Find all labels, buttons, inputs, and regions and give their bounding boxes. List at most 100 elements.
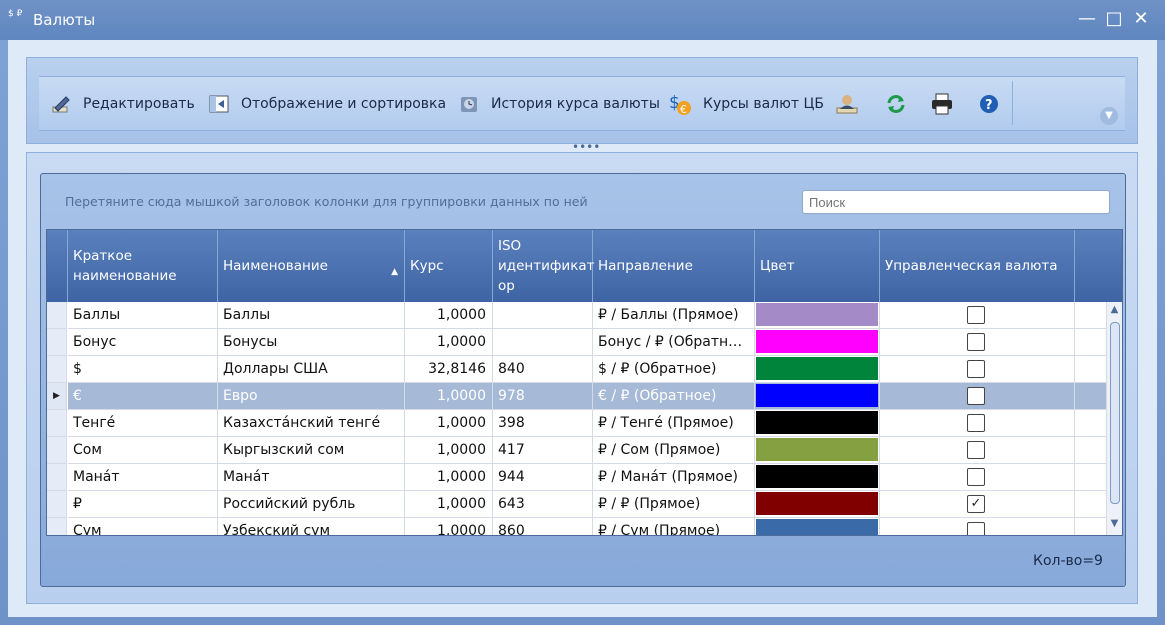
cell-managerial[interactable]: ✓ [880,491,1075,518]
cell-filler[interactable] [1075,383,1107,410]
rate-history-button[interactable]: История курса валюты [457,91,660,117]
cell-name[interactable]: Бонусы [218,329,405,356]
cell-color[interactable] [755,329,880,356]
cell-short-name[interactable]: $ [68,356,218,383]
cell-rate[interactable]: 1,0000 [405,410,493,437]
minimize-button[interactable]: — [1076,8,1098,30]
edit-button[interactable]: Редактировать [49,91,195,117]
cell-rate[interactable]: 1,0000 [405,491,493,518]
row-indicator[interactable] [47,302,67,329]
cell-short-name[interactable]: ₽ [68,491,218,518]
cell-rate[interactable]: 32,8146 [405,356,493,383]
cell-managerial[interactable] [880,383,1075,410]
cell-short-name[interactable]: Сум [68,518,218,535]
scroll-thumb[interactable] [1110,322,1120,504]
cell-managerial[interactable] [880,356,1075,383]
row-indicator[interactable] [47,464,67,491]
cell-color[interactable] [755,302,880,329]
cell-color[interactable] [755,356,880,383]
row-indicator[interactable] [47,356,67,383]
print-button[interactable] [930,91,964,117]
toolbar-overflow-chevron-down-icon[interactable]: ▼ [1100,107,1118,125]
refresh-button[interactable] [884,91,918,117]
cell-filler[interactable] [1075,464,1107,491]
managerial-checkbox[interactable] [967,387,985,405]
cell-color[interactable] [755,464,880,491]
cell-filler[interactable] [1075,518,1107,535]
panel-splitter-handle[interactable]: •••• [572,141,600,153]
cell-rate[interactable]: 1,0000 [405,464,493,491]
cell-short-name[interactable]: Баллы [68,302,218,329]
cell-short-name[interactable]: Бонус [68,329,218,356]
cell-direction[interactable]: ₽ / Манáт (Прямое) [593,464,755,491]
table-row[interactable]: $ Доллары США 32,8146 840 $ / ₽ (Обратное) [47,356,1107,383]
cell-iso[interactable]: 643 [493,491,593,518]
cell-filler[interactable] [1075,329,1107,356]
cell-iso[interactable]: 417 [493,437,593,464]
managerial-checkbox[interactable] [967,441,985,459]
cell-iso[interactable]: 978 [493,383,593,410]
row-indicator[interactable]: ▶ [47,383,67,410]
cell-direction[interactable]: Бонус / ₽ (Обратн… [593,329,755,356]
cell-iso[interactable]: 944 [493,464,593,491]
cell-color[interactable] [755,383,880,410]
column-header-short-name[interactable]: Краткое наименование [68,230,218,302]
cell-short-name[interactable]: Сом [68,437,218,464]
cell-iso[interactable]: 860 [493,518,593,535]
cell-direction[interactable]: ₽ / Баллы (Прямое) [593,302,755,329]
cell-color[interactable] [755,518,880,535]
cell-direction[interactable]: ₽ / Сом (Прямое) [593,437,755,464]
cell-iso[interactable] [493,302,593,329]
cell-short-name[interactable]: Тенгé [68,410,218,437]
help-button[interactable]: ? [977,91,1011,117]
cell-name[interactable]: Казахстáнский тенгé [218,410,405,437]
row-indicator[interactable] [47,518,67,535]
close-button[interactable]: ✕ [1130,8,1152,30]
user-settings-button[interactable] [835,91,869,117]
cell-iso[interactable] [493,329,593,356]
cell-rate[interactable]: 1,0000 [405,437,493,464]
table-row[interactable]: ₽ Российский рубль 1,0000 643 ₽ / ₽ (Прямое)… [47,491,1107,518]
cell-filler[interactable] [1075,356,1107,383]
cell-rate[interactable]: 1,0000 [405,383,493,410]
row-indicator[interactable] [47,329,67,356]
search-input[interactable] [802,190,1110,214]
cell-rate[interactable]: 1,0000 [405,302,493,329]
cell-name[interactable]: Узбекский сум [218,518,405,535]
cell-rate[interactable]: 1,0000 [405,329,493,356]
cell-direction[interactable]: ₽ / ₽ (Прямое) [593,491,755,518]
cell-direction[interactable]: € / ₽ (Обратное) [593,383,755,410]
column-header-color[interactable]: Цвет [755,230,880,302]
table-row[interactable]: Манáт Манáт 1,0000 944 ₽ / Манáт (Прямое) [47,464,1107,491]
cell-managerial[interactable] [880,464,1075,491]
cell-color[interactable] [755,491,880,518]
cell-name[interactable]: Манáт [218,464,405,491]
cell-managerial[interactable] [880,437,1075,464]
cell-managerial[interactable] [880,329,1075,356]
cell-direction[interactable]: $ / ₽ (Обратное) [593,356,755,383]
managerial-checkbox[interactable] [967,333,985,351]
cell-direction[interactable]: ₽ / Сум (Прямое) [593,518,755,535]
managerial-checkbox[interactable] [967,306,985,324]
display-sort-button[interactable]: Отображение и сортировка [207,91,446,117]
cell-filler[interactable] [1075,302,1107,329]
table-row[interactable]: Тенгé Казахстáнский тенгé 1,0000 398 ₽ / Тен… [47,410,1107,437]
cell-filler[interactable] [1075,410,1107,437]
cell-iso[interactable]: 398 [493,410,593,437]
managerial-checkbox[interactable] [967,468,985,486]
cell-name[interactable]: Кыргызский сом [218,437,405,464]
cell-name[interactable]: Баллы [218,302,405,329]
table-row[interactable]: Бонус Бонусы 1,0000 Бонус / ₽ (Обратн… [47,329,1107,356]
cell-name[interactable]: Российский рубль [218,491,405,518]
scroll-up-icon[interactable]: ▲ [1107,304,1122,316]
table-row[interactable]: ▶ € Евро 1,0000 978 € / ₽ (Обратное) [47,383,1107,410]
cell-managerial[interactable] [880,518,1075,535]
managerial-checkbox[interactable]: ✓ [967,495,985,513]
cell-iso[interactable]: 840 [493,356,593,383]
column-header-rate[interactable]: Курс [405,230,493,302]
row-indicator[interactable] [47,491,67,518]
table-row[interactable]: Сум Узбекский сум 1,0000 860 ₽ / Сум (Прямое… [47,518,1107,535]
column-header-direction[interactable]: Направление [593,230,755,302]
cell-managerial[interactable] [880,410,1075,437]
table-row[interactable]: Баллы Баллы 1,0000 ₽ / Баллы (Прямое) [47,302,1107,329]
